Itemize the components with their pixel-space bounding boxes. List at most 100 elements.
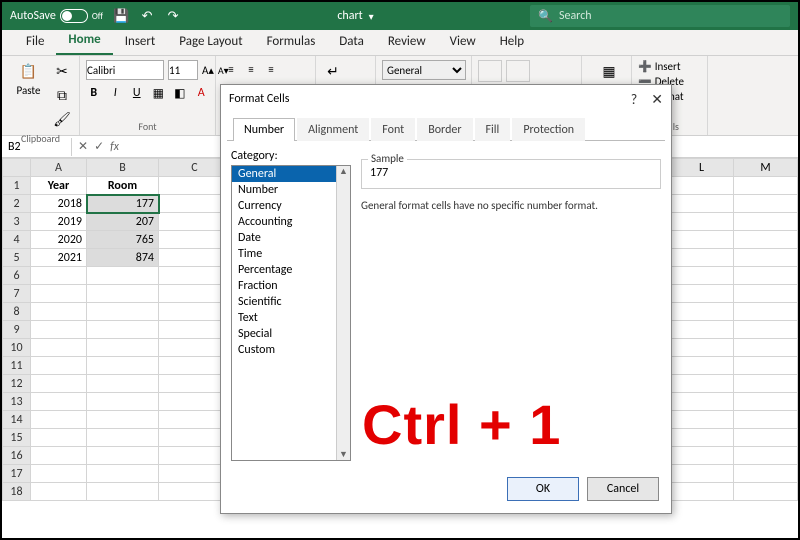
cell[interactable]: 2019 (31, 213, 87, 231)
autosave-toggle[interactable]: AutoSave Off (10, 9, 103, 23)
dlg-tab-alignment[interactable]: Alignment (297, 118, 369, 141)
cell[interactable]: 2018 (31, 195, 87, 213)
row-header[interactable]: 4 (3, 231, 31, 249)
category-item[interactable]: General (232, 166, 350, 182)
category-item[interactable]: Number (232, 182, 350, 198)
tab-file[interactable]: File (14, 30, 56, 55)
align-mid-icon[interactable]: ≡ (242, 60, 260, 78)
autosave-state: Off (92, 11, 103, 22)
chevron-up-icon[interactable]: ▲ (339, 166, 348, 177)
close-icon[interactable]: ✕ (651, 91, 663, 108)
row-header[interactable]: 3 (3, 213, 31, 231)
category-item[interactable]: Fraction (232, 278, 350, 294)
dialog-titlebar[interactable]: Format Cells ? ✕ (221, 85, 671, 113)
tab-formulas[interactable]: Formulas (255, 30, 328, 55)
cell-selected[interactable]: 874 (87, 249, 159, 267)
dlg-tab-font[interactable]: Font (371, 118, 415, 141)
category-item[interactable]: Scientific (232, 294, 350, 310)
underline-button[interactable]: U (129, 84, 145, 102)
tab-review[interactable]: Review (376, 30, 438, 55)
sample-box: Sample 177 (361, 159, 661, 189)
save-icon[interactable]: 💾 (113, 8, 129, 24)
category-item[interactable]: Time (232, 246, 350, 262)
row-header[interactable]: 1 (3, 177, 31, 195)
dlg-tab-protection[interactable]: Protection (512, 118, 585, 141)
category-item[interactable]: Currency (232, 198, 350, 214)
search-placeholder: Search (559, 9, 592, 23)
chevron-down-icon[interactable]: ▼ (339, 449, 348, 460)
category-item[interactable]: Custom (232, 342, 350, 358)
cell[interactable]: Room (87, 177, 159, 195)
category-item[interactable]: Date (232, 230, 350, 246)
row-header[interactable]: 2 (3, 195, 31, 213)
tab-help[interactable]: Help (488, 30, 536, 55)
scrollbar[interactable]: ▲▼ (336, 166, 350, 460)
italic-button[interactable]: I (108, 84, 124, 102)
undo-icon[interactable]: ↶ (139, 8, 155, 24)
group-label-clipboard: Clipboard (8, 130, 73, 145)
fx-label: fx (110, 140, 119, 154)
increase-font-icon[interactable]: A▴ (202, 64, 214, 77)
insert-cells-button[interactable]: ➕Insert (638, 60, 701, 73)
doc-name: chart (337, 9, 362, 23)
number-format-select[interactable]: General (382, 60, 466, 80)
cut-icon[interactable]: ✂ (51, 60, 73, 82)
cell-selected[interactable]: 207 (87, 213, 159, 231)
chevron-down-icon[interactable]: ▾ (369, 10, 374, 23)
row-header[interactable]: 5 (3, 249, 31, 267)
cancel-button[interactable]: Cancel (587, 477, 659, 501)
col-header-L[interactable]: L (670, 159, 734, 177)
tab-view[interactable]: View (438, 30, 488, 55)
border-button[interactable]: ▦ (151, 84, 167, 102)
col-header-M[interactable]: M (734, 159, 798, 177)
tab-page-layout[interactable]: Page Layout (167, 30, 254, 55)
category-item[interactable]: Percentage (232, 262, 350, 278)
fill-color-button[interactable]: ◧ (172, 84, 188, 102)
cond-format-icon[interactable] (478, 60, 502, 82)
category-list[interactable]: General Number Currency Accounting Date … (231, 165, 351, 461)
category-label: Category: (231, 149, 351, 163)
fx-icon[interactable]: fx (110, 140, 119, 154)
align-top-icon[interactable]: ≡ (222, 60, 240, 78)
tab-home[interactable]: Home (56, 28, 112, 55)
wrap-text-icon[interactable]: ↵ (322, 60, 344, 82)
insert-label: Insert (655, 60, 681, 73)
search-input[interactable]: 🔍 Search (530, 5, 790, 27)
sample-value: 177 (370, 166, 652, 180)
fx-cancel-icon[interactable]: ✕ (78, 139, 88, 154)
format-table-icon[interactable] (506, 60, 530, 82)
search-icon: 🔍 (538, 9, 553, 24)
font-size-input[interactable] (168, 60, 198, 80)
cell-selected[interactable]: 177 (87, 195, 159, 213)
cell[interactable]: 2021 (31, 249, 87, 267)
copy-icon[interactable]: ⧉ (51, 84, 73, 106)
cell[interactable]: 2020 (31, 231, 87, 249)
toggle-off-icon (60, 9, 88, 23)
cell-selected[interactable]: 765 (87, 231, 159, 249)
font-name-input[interactable] (86, 60, 164, 80)
col-header-B[interactable]: B (87, 159, 159, 177)
category-item[interactable]: Accounting (232, 214, 350, 230)
format-painter-icon[interactable]: 🖌 (51, 108, 73, 130)
dlg-tab-fill[interactable]: Fill (475, 118, 511, 141)
col-header-A[interactable]: A (31, 159, 87, 177)
tab-insert[interactable]: Insert (113, 30, 168, 55)
sample-label: Sample (368, 152, 407, 165)
dlg-tab-number[interactable]: Number (233, 118, 295, 141)
cell[interactable]: Year (31, 177, 87, 195)
bold-button[interactable]: B (86, 84, 102, 102)
category-item[interactable]: Text (232, 310, 350, 326)
category-item[interactable]: Special (232, 326, 350, 342)
tab-data[interactable]: Data (327, 30, 376, 55)
dialog-title: Format Cells (229, 92, 289, 106)
ok-button[interactable]: OK (507, 477, 579, 501)
cell-styles-icon: ▦ (598, 60, 620, 82)
format-description: General format cells have no specific nu… (361, 199, 661, 212)
font-color-button[interactable]: A (194, 84, 210, 102)
align-bot-icon[interactable]: ≡ (262, 60, 280, 78)
paste-button[interactable]: 📋 Paste (8, 60, 49, 130)
fx-confirm-icon[interactable]: ✓ (94, 139, 104, 154)
redo-icon[interactable]: ↷ (165, 8, 181, 24)
help-icon[interactable]: ? (631, 91, 638, 108)
dlg-tab-border[interactable]: Border (417, 118, 472, 141)
